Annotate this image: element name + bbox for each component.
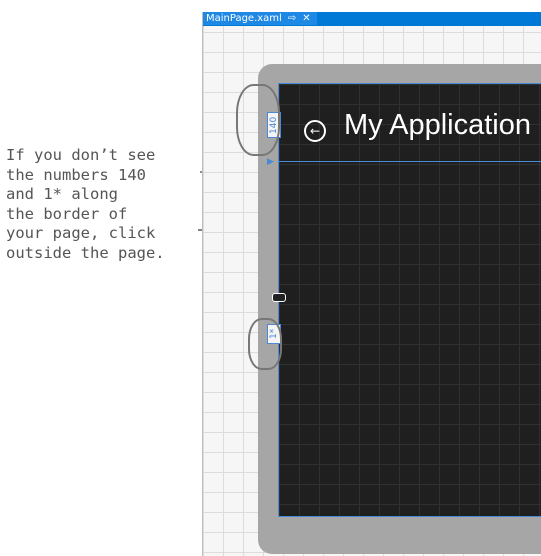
row-adorner-handle[interactable]: [272, 293, 286, 302]
annotation-line: the border of: [6, 204, 128, 223]
annotation-line: outside the page.: [6, 243, 165, 262]
highlight-circle: [236, 84, 280, 156]
annotation-line: the numbers 140: [6, 165, 146, 184]
highlight-circle: [248, 318, 282, 370]
pin-icon[interactable]: ⇨: [288, 12, 296, 25]
back-button[interactable]: ←: [304, 120, 326, 142]
row-boundary-arrow-icon[interactable]: ▶: [267, 157, 274, 167]
annotation-line: and 1* along: [6, 185, 118, 203]
annotation-text: If you don’t see the numbers 140 and 1* …: [6, 146, 202, 263]
tab-label: MainPage.xaml: [206, 13, 282, 24]
close-icon[interactable]: ✕: [302, 12, 310, 25]
annotation-line: your page, click: [6, 224, 156, 242]
page-title[interactable]: My Application: [344, 109, 531, 142]
tab-mainpage[interactable]: MainPage.xaml ⇨ ✕: [203, 12, 317, 25]
row-divider[interactable]: [279, 161, 541, 162]
page-surface[interactable]: ← My Application: [278, 83, 541, 517]
document-tabstrip: MainPage.xaml ⇨ ✕: [203, 12, 541, 26]
annotation-line: If you don’t see: [6, 146, 156, 164]
